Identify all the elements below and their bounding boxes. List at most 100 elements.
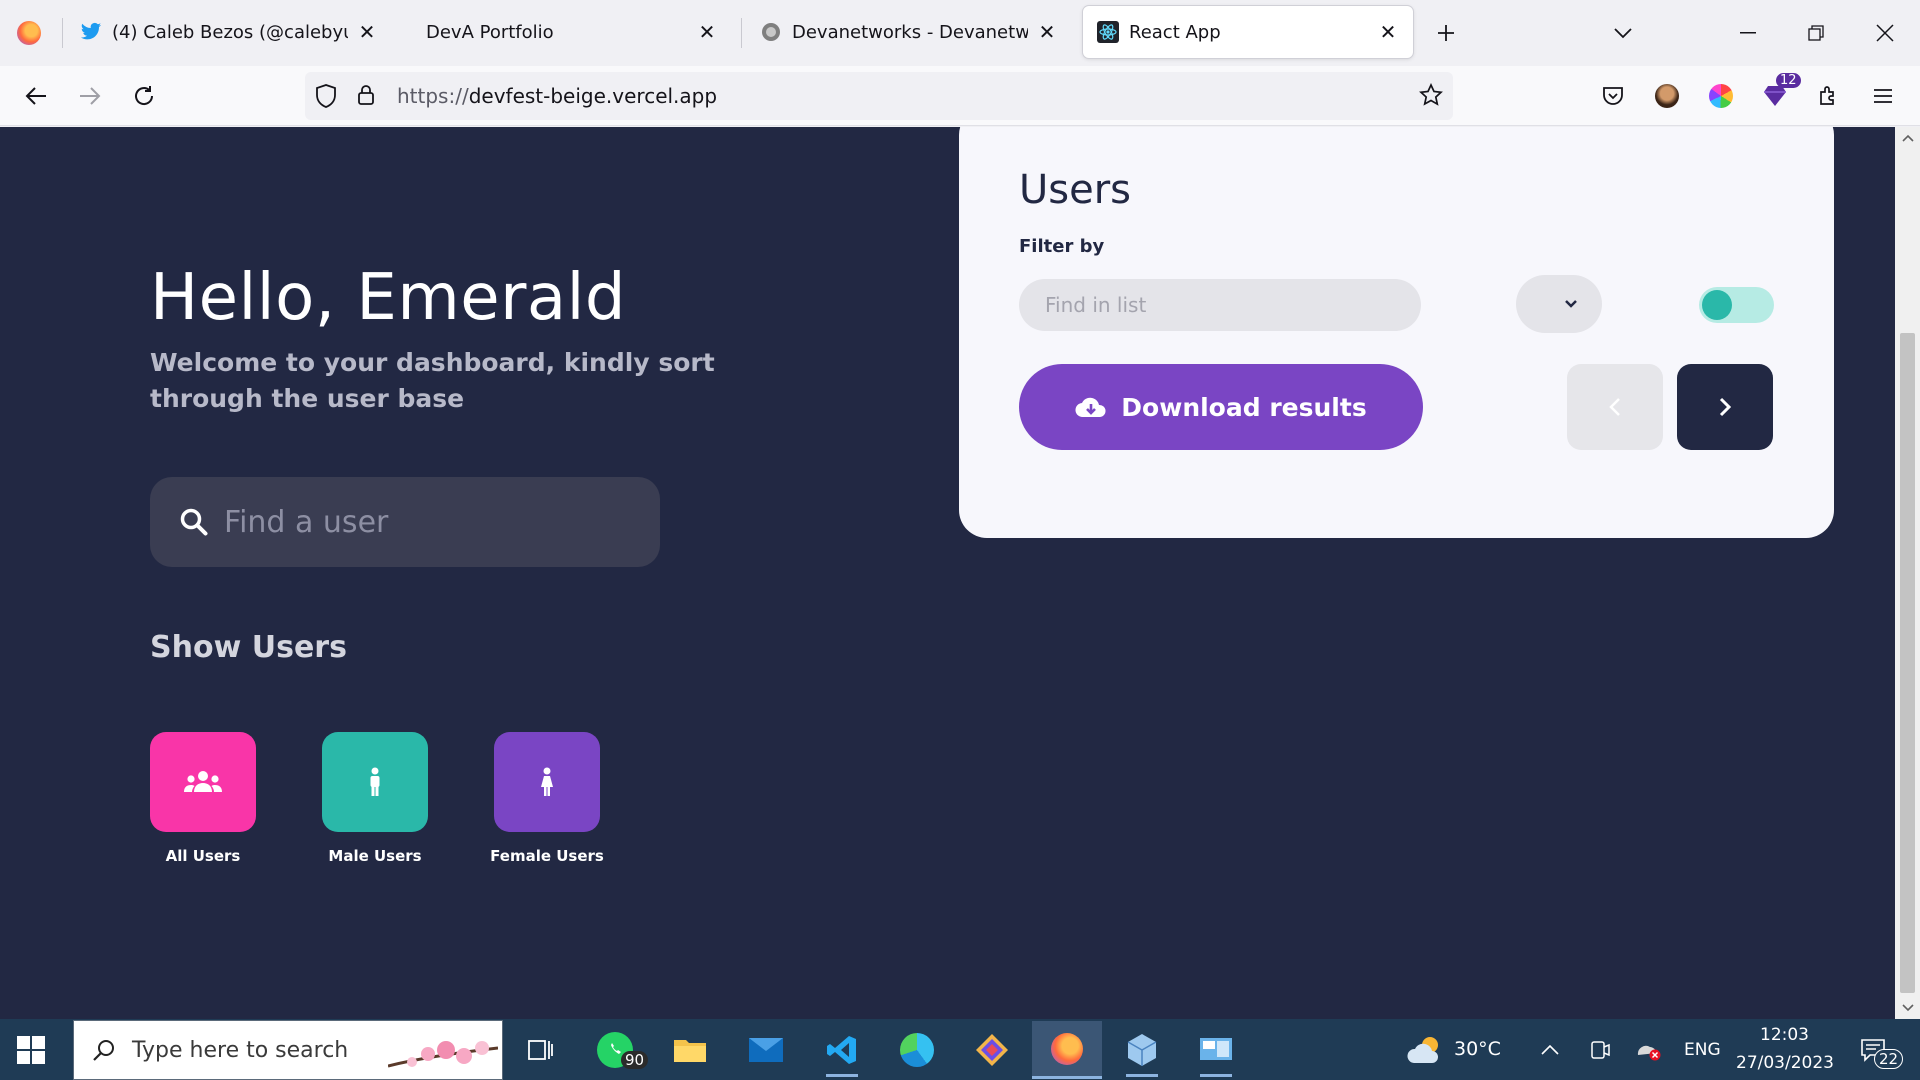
- color-extension-button[interactable]: [1702, 77, 1740, 115]
- back-button[interactable]: [17, 77, 55, 115]
- previous-page-button[interactable]: [1567, 364, 1663, 450]
- greeting-heading: Hello, Emerald: [150, 261, 626, 335]
- chevron-up-icon: [1541, 1045, 1559, 1055]
- windows-taskbar: Type here to search 90 30°C ENG 12:03 27…: [0, 1019, 1920, 1080]
- scroll-up-icon[interactable]: [1895, 127, 1920, 149]
- find-in-list-input[interactable]: [1045, 293, 1385, 317]
- scroll-thumb[interactable]: [1900, 333, 1915, 993]
- folder-icon: [674, 1040, 706, 1062]
- avatar-icon: [1655, 84, 1679, 108]
- bookmark-star-icon[interactable]: [1419, 82, 1443, 111]
- new-tab-button[interactable]: [1427, 14, 1465, 52]
- app-menu-button[interactable]: [1864, 77, 1902, 115]
- tab-title: Devanetworks - Devanetworks: [792, 21, 1028, 43]
- close-window-button[interactable]: [1866, 14, 1904, 52]
- minimize-button[interactable]: [1729, 14, 1767, 52]
- chevron-down-icon: [1565, 300, 1577, 308]
- taskbar-search[interactable]: Type here to search: [73, 1020, 503, 1080]
- gem-extension-button[interactable]: 12: [1756, 73, 1801, 115]
- clock-date[interactable]: 27/03/2023: [1736, 1053, 1834, 1073]
- pocket-button[interactable]: [1594, 77, 1632, 115]
- virtualbox-button[interactable]: [1120, 1029, 1164, 1077]
- female-users-label: Female Users: [490, 847, 604, 865]
- cube-icon: [1127, 1034, 1157, 1066]
- url-bar[interactable]: https://devfest-beige.vercel.app: [305, 72, 1453, 120]
- network-button[interactable]: [1628, 1029, 1668, 1071]
- extensions-button[interactable]: [1810, 77, 1848, 115]
- tab-title: DevA Portfolio: [426, 21, 554, 43]
- extension-badge: 12: [1776, 73, 1801, 88]
- tab-deva-portfolio[interactable]: DevA Portfolio ✕: [406, 6, 732, 58]
- firefox-icon: [17, 21, 41, 45]
- notification-count: 22: [1874, 1049, 1904, 1069]
- tab-react-app[interactable]: React App ✕: [1083, 6, 1413, 58]
- reload-button[interactable]: [125, 77, 163, 115]
- users-panel: Users Filter by Download results: [959, 127, 1834, 538]
- scroll-down-icon[interactable]: [1895, 997, 1920, 1019]
- lock-icon[interactable]: [357, 84, 375, 110]
- meet-now-button[interactable]: [1580, 1029, 1620, 1071]
- firefox-taskbar-button[interactable]: [1032, 1021, 1102, 1079]
- account-avatar[interactable]: [1648, 77, 1686, 115]
- male-users-label: Male Users: [328, 847, 422, 865]
- female-users-button[interactable]: [494, 732, 600, 832]
- control-panel-button[interactable]: [1194, 1029, 1238, 1077]
- filter-toggle[interactable]: [1699, 287, 1774, 323]
- show-users-heading: Show Users: [150, 630, 347, 665]
- mail-button[interactable]: [744, 1029, 788, 1071]
- chevron-right-icon: [1719, 397, 1731, 417]
- dashboard-page: Hello, Emerald Welcome to your dashboard…: [0, 127, 1895, 1019]
- whatsapp-button[interactable]: 90: [593, 1029, 649, 1071]
- puzzle-icon: [1820, 86, 1834, 105]
- color-wheel-icon: [1709, 84, 1733, 108]
- next-page-button[interactable]: [1677, 364, 1773, 450]
- input-language[interactable]: ENG: [1684, 1040, 1721, 1060]
- download-results-button[interactable]: Download results: [1019, 364, 1423, 450]
- close-tab-icon[interactable]: ✕: [696, 20, 718, 44]
- search-icon: [93, 1040, 114, 1061]
- forward-button[interactable]: [71, 77, 109, 115]
- partly-cloudy-icon: [1407, 1037, 1438, 1063]
- close-tab-icon[interactable]: ✕: [1377, 20, 1399, 44]
- start-button[interactable]: [16, 1035, 46, 1065]
- firefox-icon: [1051, 1032, 1083, 1065]
- list-all-tabs-button[interactable]: [1604, 14, 1642, 52]
- arrow-right-icon: [80, 87, 101, 105]
- windows-logo-icon: [17, 1036, 45, 1064]
- notifications-button[interactable]: 22: [1848, 1029, 1904, 1071]
- all-users-button[interactable]: [150, 732, 256, 832]
- weather-temperature[interactable]: 30°C: [1454, 1038, 1501, 1060]
- close-tab-icon[interactable]: ✕: [1036, 20, 1058, 44]
- running-indicator: [826, 1074, 858, 1077]
- male-icon: [370, 767, 380, 796]
- find-user-search[interactable]: [150, 477, 660, 567]
- clock-time[interactable]: 12:03: [1760, 1025, 1809, 1045]
- task-view-button[interactable]: [518, 1029, 562, 1071]
- filter-select[interactable]: [1516, 275, 1602, 333]
- arrow-left-icon: [25, 87, 46, 105]
- firefox-view-button[interactable]: [12, 18, 46, 48]
- url-text[interactable]: https://devfest-beige.vercel.app: [397, 84, 717, 108]
- taskbar-search-placeholder: Type here to search: [132, 1037, 349, 1063]
- restore-button[interactable]: [1797, 14, 1835, 52]
- file-explorer-button[interactable]: [668, 1029, 712, 1071]
- male-users-button[interactable]: [322, 732, 428, 832]
- find-in-list-field[interactable]: [1019, 279, 1421, 331]
- shield-icon[interactable]: [315, 84, 337, 112]
- tab-twitter[interactable]: (4) Caleb Bezos (@calebyung) / Twitter ✕: [66, 6, 392, 58]
- close-icon: [1876, 24, 1894, 42]
- show-hidden-icons-button[interactable]: [1530, 1029, 1570, 1071]
- users-group-icon: [184, 771, 222, 792]
- users-title: Users: [1019, 167, 1132, 213]
- tab-devanetworks[interactable]: Devanetworks - Devanetworks ✕: [746, 6, 1072, 58]
- chevron-down-icon: [1614, 28, 1632, 39]
- edge-button[interactable]: [895, 1029, 939, 1071]
- page-scrollbar[interactable]: [1895, 127, 1920, 1019]
- vscode-button[interactable]: [820, 1029, 864, 1077]
- find-user-input[interactable]: [224, 504, 644, 540]
- devanetworks-icon: [760, 21, 782, 43]
- weather-widget[interactable]: [1404, 1029, 1448, 1071]
- close-tab-icon[interactable]: ✕: [356, 20, 378, 44]
- git-app-button[interactable]: [970, 1029, 1014, 1071]
- search-icon: [180, 508, 208, 536]
